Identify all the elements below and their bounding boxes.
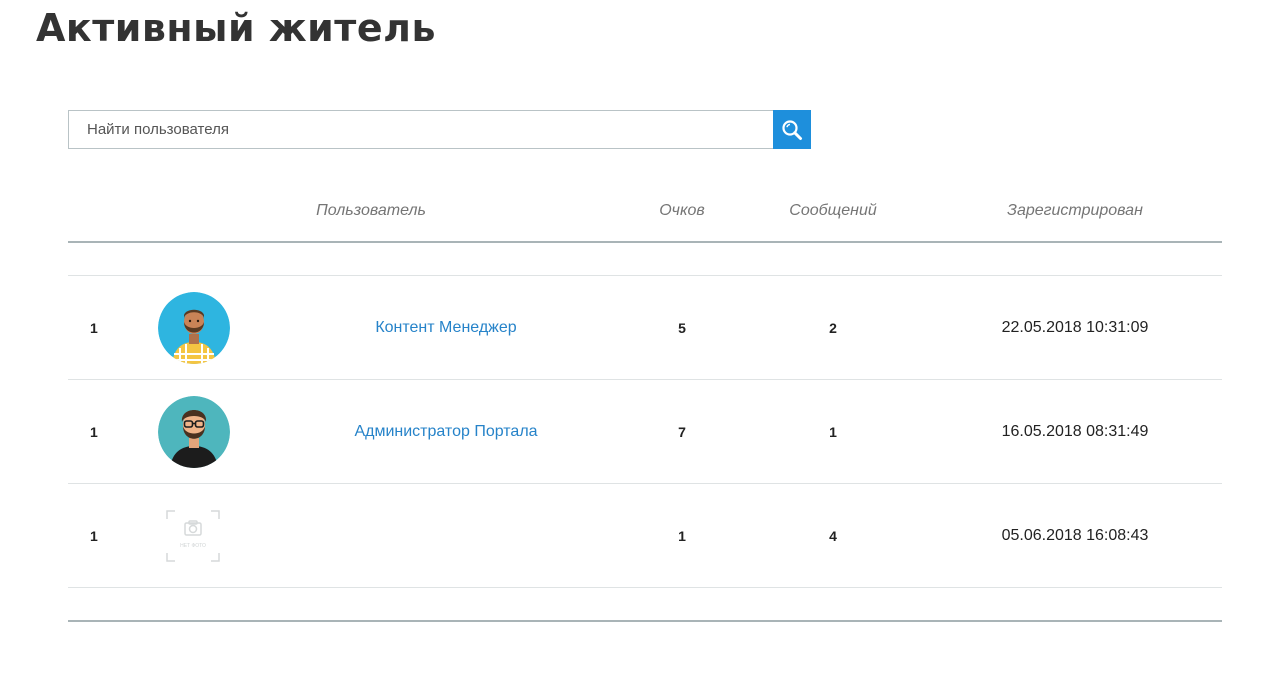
rank-value: 1	[90, 527, 98, 544]
avatar-man-beard-icon	[158, 291, 230, 364]
points-value: 7	[678, 423, 686, 440]
rank-value: 1	[90, 319, 98, 336]
points-value: 5	[678, 319, 686, 336]
column-header-messages: Сообщений	[789, 202, 877, 219]
table-row: 1 НЕТ ФОТО 1 4 05.06.2018 16:08:43	[68, 484, 1222, 588]
messages-value: 4	[829, 527, 837, 544]
page-title: Активный житель	[36, 6, 436, 50]
avatar-man-glasses-icon	[158, 395, 230, 468]
table-header: Пользователь Очков Сообщений Зарегистрир…	[68, 180, 1222, 243]
page: Активный житель Пользователь Очков Сообщ…	[0, 0, 1288, 689]
messages-value: 2	[829, 319, 837, 336]
avatar[interactable]: НЕТ ФОТО	[166, 509, 220, 562]
search-bar	[68, 110, 811, 149]
user-name-link[interactable]: Контент Менеджер	[296, 319, 596, 337]
messages-value: 1	[829, 423, 837, 440]
users-table: Пользователь Очков Сообщений Зарегистрир…	[68, 180, 1222, 622]
column-header-points: Очков	[659, 202, 705, 219]
registered-date: 05.06.2018 16:08:43	[1001, 526, 1149, 544]
search-input[interactable]	[68, 110, 773, 149]
search-icon	[782, 119, 802, 140]
rank-value: 1	[90, 423, 98, 440]
points-value: 1	[678, 527, 686, 544]
table-row: 1 Контент Менеджер 5 2 22.05.2018 10:31:…	[68, 276, 1222, 380]
column-header-registered: Зарегистрирован	[1007, 202, 1143, 219]
avatar[interactable]	[158, 291, 230, 364]
no-photo-icon: НЕТ ФОТО	[166, 509, 220, 562]
registered-date: 22.05.2018 10:31:09	[1001, 318, 1149, 336]
registered-date: 16.05.2018 08:31:49	[1001, 422, 1149, 440]
user-name-link[interactable]: Администратор Портала	[296, 423, 596, 441]
table-footer	[68, 588, 1222, 622]
table-spacer	[68, 243, 1222, 276]
table-row: 1 Администратор Портала 7 1 16.05.2018 0…	[68, 380, 1222, 484]
svg-text:НЕТ ФОТО: НЕТ ФОТО	[180, 543, 206, 549]
column-header-user: Пользователь	[316, 202, 426, 219]
avatar[interactable]	[158, 395, 230, 468]
search-button[interactable]	[773, 110, 811, 149]
